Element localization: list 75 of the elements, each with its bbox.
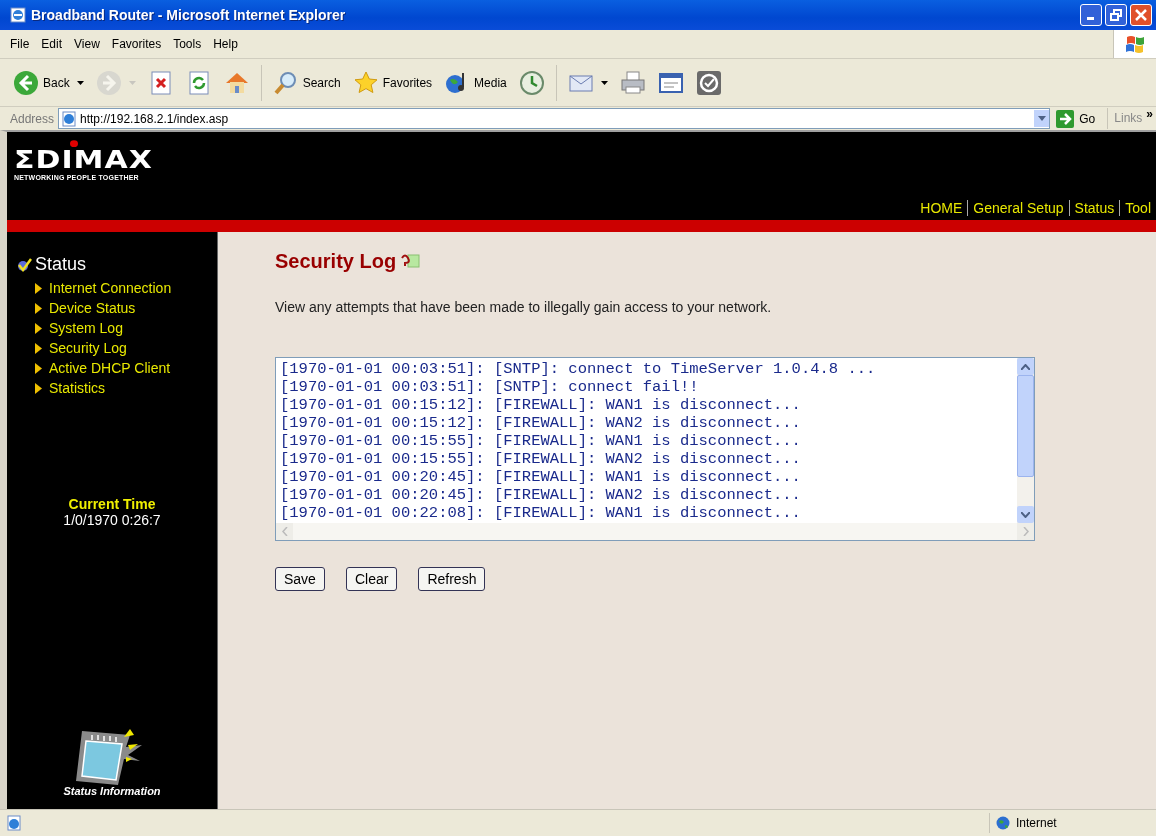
address-label: Address bbox=[10, 111, 55, 126]
sidebar-link[interactable]: Active DHCP Client bbox=[49, 360, 171, 376]
minimize-button[interactable] bbox=[1080, 4, 1102, 26]
menu-item[interactable]: Help bbox=[207, 37, 244, 51]
log-line: [1970-01-01 00:03:51]: [SNTP]: connect to TimeServer 1.0.4.8 ... bbox=[280, 360, 877, 378]
current-time-value: 1/0/1970 0:26:7 bbox=[63, 512, 161, 528]
nav-link[interactable]: HOME bbox=[915, 200, 968, 216]
menu-item[interactable]: Edit bbox=[35, 37, 69, 51]
scroll-up-button[interactable] bbox=[1017, 358, 1034, 375]
sidebar-link[interactable]: Statistics bbox=[49, 380, 105, 396]
log-line: [1970-01-01 00:20:45]: [FIREWALL]: WAN2 is disconnect... bbox=[280, 486, 802, 504]
favorites-button[interactable]: Favorites bbox=[349, 67, 436, 98]
star-icon[interactable] bbox=[352, 69, 379, 96]
browser-icon bbox=[10, 7, 26, 23]
log-line: [1970-01-01 00:15:55]: [FIREWALL]: WAN1 is disconnect... bbox=[280, 432, 802, 450]
help-icon bbox=[400, 251, 421, 268]
caret-icon[interactable] bbox=[76, 80, 84, 85]
window-title: Broadband Router - Microsoft Internet Explorer bbox=[31, 7, 346, 23]
address-field[interactable]: http://192.168.2.1/index.asp bbox=[58, 108, 1051, 129]
log-line: [1970-01-01 00:22:08]: [FIREWALL]: WAN1 is disconnect... bbox=[280, 504, 802, 522]
log-text-area[interactable] bbox=[275, 357, 1035, 541]
page-icon bbox=[6, 815, 22, 831]
triangle-icon bbox=[35, 342, 42, 354]
form-button[interactable]: Clear bbox=[345, 567, 398, 591]
caret-icon[interactable] bbox=[600, 80, 608, 85]
page-icon bbox=[61, 110, 78, 127]
form-button[interactable]: Refresh bbox=[418, 567, 486, 591]
log-line: [1970-01-01 00:15:12]: [FIREWALL]: WAN1 is disconnect... bbox=[280, 396, 802, 414]
description-text: View any attempts that have been made to illegally gain access to your network. bbox=[275, 299, 772, 315]
log-line: [1970-01-01 00:03:51]: [SNTP]: connect fail!! bbox=[280, 378, 700, 396]
close-button[interactable] bbox=[1130, 4, 1152, 26]
form-button[interactable]: Save bbox=[275, 567, 325, 591]
sidebar-link[interactable]: System Log bbox=[49, 320, 123, 336]
triangle-icon bbox=[35, 362, 42, 374]
log-line: [1970-01-01 00:15:12]: [FIREWALL]: WAN2 is disconnect... bbox=[280, 414, 802, 432]
sidebar-link[interactable]: Security Log bbox=[49, 340, 127, 356]
globe-icon bbox=[996, 816, 1010, 830]
menu-item[interactable]: Favorites bbox=[105, 37, 168, 51]
back-button[interactable]: Back bbox=[10, 67, 87, 98]
nav-link[interactable]: Tool bbox=[1119, 200, 1156, 216]
zone-label: Internet bbox=[1016, 816, 1057, 830]
search-icon[interactable] bbox=[272, 69, 299, 96]
triangle-icon bbox=[35, 302, 42, 314]
vertical-scrollbar[interactable] bbox=[1017, 358, 1034, 523]
triangle-icon bbox=[35, 322, 42, 334]
nav-link[interactable]: General Setup bbox=[967, 200, 1069, 216]
checkmark-icon bbox=[17, 257, 32, 272]
triangle-icon bbox=[35, 282, 42, 294]
search-button[interactable]: Search bbox=[269, 67, 344, 98]
triangle-icon bbox=[35, 382, 42, 394]
menu-item[interactable]: View bbox=[68, 37, 106, 51]
scroll-thumb[interactable] bbox=[1017, 375, 1034, 477]
logo-wordmark: ΣDIMAX bbox=[14, 146, 153, 172]
media-button[interactable]: Media bbox=[441, 67, 510, 98]
current-time-label: Current Time bbox=[68, 496, 156, 512]
restore-button[interactable] bbox=[1105, 4, 1127, 26]
image-caption: Status Information bbox=[63, 785, 161, 797]
more-links-button[interactable]: » bbox=[1146, 108, 1153, 120]
nav-link[interactable]: Status bbox=[1068, 200, 1120, 216]
close-icon[interactable] bbox=[1135, 9, 1147, 21]
page-title: Security Log bbox=[275, 250, 397, 273]
dropdown-button[interactable] bbox=[1034, 110, 1050, 127]
sidebar-link[interactable]: Device Status bbox=[49, 300, 136, 316]
log-line: [1970-01-01 00:20:45]: [FIREWALL]: WAN1 is disconnect... bbox=[280, 468, 802, 486]
arrow-icon[interactable] bbox=[1056, 109, 1075, 128]
scroll-down-button[interactable] bbox=[1017, 506, 1034, 523]
sidebar-link[interactable]: Internet Connection bbox=[49, 280, 172, 296]
log-line: [1970-01-01 00:15:55]: [FIREWALL]: WAN2 is disconnect... bbox=[280, 450, 802, 468]
windows-logo-icon bbox=[1124, 34, 1146, 54]
go-button[interactable]: Go bbox=[1054, 109, 1104, 128]
menu-item[interactable]: Tools bbox=[167, 37, 208, 51]
sidebar-heading: Status bbox=[35, 254, 87, 275]
menu-item[interactable]: File bbox=[4, 37, 36, 51]
restore-icon[interactable] bbox=[1110, 9, 1122, 21]
dot-icon bbox=[70, 140, 78, 148]
